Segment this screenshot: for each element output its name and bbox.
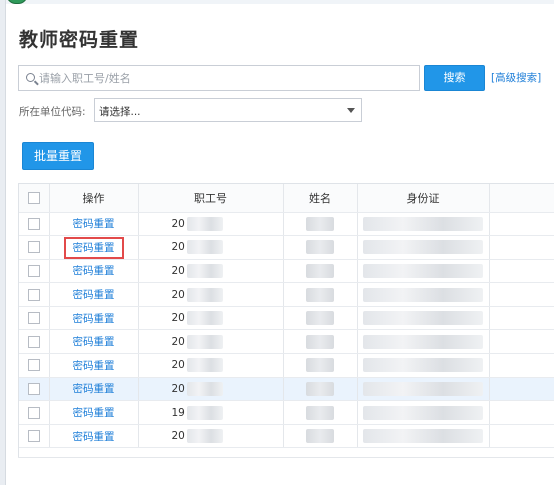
row-checkbox[interactable] bbox=[27, 217, 40, 230]
unit-code-value: 请选择... bbox=[99, 106, 141, 118]
header-name[interactable]: 姓名 bbox=[283, 184, 358, 213]
row-checkbox[interactable] bbox=[27, 382, 40, 395]
staff-id: 20 bbox=[171, 359, 185, 372]
search-icon bbox=[26, 73, 35, 82]
table-row[interactable]: 密码重置 20 bbox=[19, 235, 554, 260]
redacted-id-card bbox=[363, 287, 483, 302]
chevron-down-icon bbox=[347, 108, 355, 113]
header-id-card[interactable]: 身份证 bbox=[357, 184, 490, 213]
row-checkbox[interactable] bbox=[27, 312, 40, 325]
table-row-hovered[interactable]: 密码重置 20 bbox=[19, 377, 554, 402]
redacted-name bbox=[306, 216, 334, 231]
teacher-table: 操作 职工号 姓名 身份证 密码重置 20 密码重置 20 密码重置 20 密码… bbox=[18, 183, 554, 457]
redacted-name bbox=[306, 263, 334, 278]
table-bottom-border bbox=[18, 457, 554, 458]
redacted-id-card bbox=[363, 334, 483, 349]
table-row[interactable]: 密码重置 20 bbox=[19, 424, 554, 449]
row-checkbox[interactable] bbox=[27, 359, 40, 372]
redacted-id-card bbox=[363, 381, 483, 396]
reset-password-link[interactable]: 密码重置 bbox=[73, 431, 115, 443]
header-extra bbox=[489, 184, 554, 213]
redacted-name bbox=[306, 287, 334, 302]
row-checkbox[interactable] bbox=[27, 430, 40, 443]
top-strip bbox=[0, 0, 554, 4]
redacted-id-card bbox=[363, 429, 483, 444]
batch-reset-button[interactable]: 批量重置 bbox=[22, 142, 94, 170]
row-checkbox[interactable] bbox=[27, 241, 40, 254]
reset-password-link[interactable]: 密码重置 bbox=[73, 265, 115, 277]
redacted-staff-id bbox=[186, 287, 223, 302]
redacted-staff-id bbox=[186, 263, 223, 278]
staff-id: 20 bbox=[171, 430, 185, 443]
row-checkbox[interactable] bbox=[27, 288, 40, 301]
reset-password-link[interactable]: 密码重置 bbox=[73, 336, 115, 348]
redacted-staff-id bbox=[186, 334, 223, 349]
redacted-staff-id bbox=[186, 405, 223, 420]
staff-id: 20 bbox=[171, 382, 185, 395]
redacted-name bbox=[306, 334, 334, 349]
staff-id: 20 bbox=[171, 217, 185, 230]
redacted-id-card bbox=[363, 405, 483, 420]
select-all-checkbox[interactable] bbox=[27, 192, 40, 205]
staff-id: 19 bbox=[171, 406, 185, 419]
search-box[interactable] bbox=[18, 65, 420, 91]
table-row[interactable]: 密码重置 20 bbox=[19, 282, 554, 307]
table-row[interactable]: 密码重置 20 bbox=[19, 329, 554, 355]
redacted-id-card bbox=[363, 311, 483, 326]
staff-id: 20 bbox=[171, 312, 185, 325]
table-row[interactable]: 密码重置 19 bbox=[19, 400, 554, 425]
reset-password-link[interactable]: 密码重置 bbox=[73, 360, 115, 372]
redacted-name bbox=[306, 405, 334, 420]
redacted-id-card bbox=[363, 358, 483, 373]
reset-password-link[interactable]: 密码重置 bbox=[73, 289, 115, 301]
redacted-staff-id bbox=[186, 216, 223, 231]
reset-password-link[interactable]: 密码重置 bbox=[73, 383, 115, 395]
redacted-name bbox=[306, 240, 334, 255]
redacted-staff-id bbox=[186, 311, 223, 326]
redacted-staff-id bbox=[186, 429, 223, 444]
staff-id: 20 bbox=[171, 288, 185, 301]
redacted-staff-id bbox=[186, 381, 223, 396]
redacted-name bbox=[306, 311, 334, 326]
header-staff-id[interactable]: 职工号 bbox=[138, 184, 284, 213]
reset-password-link[interactable]: 密码重置 bbox=[73, 218, 115, 230]
table-row[interactable]: 密码重置 20 bbox=[19, 259, 554, 284]
advanced-search-link[interactable]: [高级搜索] bbox=[491, 70, 541, 85]
row-checkbox[interactable] bbox=[27, 406, 40, 419]
row-checkbox[interactable] bbox=[27, 335, 40, 348]
redacted-id-card bbox=[363, 240, 483, 255]
row-checkbox[interactable] bbox=[27, 264, 40, 277]
redacted-staff-id bbox=[186, 358, 223, 373]
header-action: 操作 bbox=[49, 184, 139, 213]
staff-id: 20 bbox=[171, 335, 185, 348]
reset-password-link-highlighted[interactable]: 密码重置 bbox=[63, 236, 124, 259]
redacted-name bbox=[306, 358, 334, 373]
table-header-row: 操作 职工号 姓名 身份证 bbox=[19, 184, 554, 213]
table-row[interactable]: 密码重置 20 bbox=[19, 353, 554, 378]
search-input[interactable] bbox=[39, 66, 409, 90]
left-sidebar-edge bbox=[0, 0, 6, 485]
select-all-cell[interactable] bbox=[19, 184, 50, 213]
unit-code-label: 所在单位代码: bbox=[19, 106, 86, 118]
redacted-name bbox=[306, 381, 334, 396]
page-title: 教师密码重置 bbox=[19, 29, 140, 51]
unit-code-select[interactable]: 请选择... bbox=[94, 98, 362, 122]
reset-password-link[interactable]: 密码重置 bbox=[73, 313, 115, 325]
redacted-staff-id bbox=[186, 240, 223, 255]
search-button[interactable]: 搜索 bbox=[424, 65, 485, 91]
table-row[interactable]: 密码重置 20 bbox=[19, 212, 554, 237]
staff-id: 20 bbox=[171, 264, 185, 277]
redacted-id-card bbox=[363, 216, 483, 231]
staff-id: 20 bbox=[171, 241, 185, 254]
redacted-id-card bbox=[363, 263, 483, 278]
redacted-name bbox=[306, 429, 334, 444]
table-row[interactable]: 密码重置 20 bbox=[19, 306, 554, 331]
reset-password-link[interactable]: 密码重置 bbox=[73, 407, 115, 419]
